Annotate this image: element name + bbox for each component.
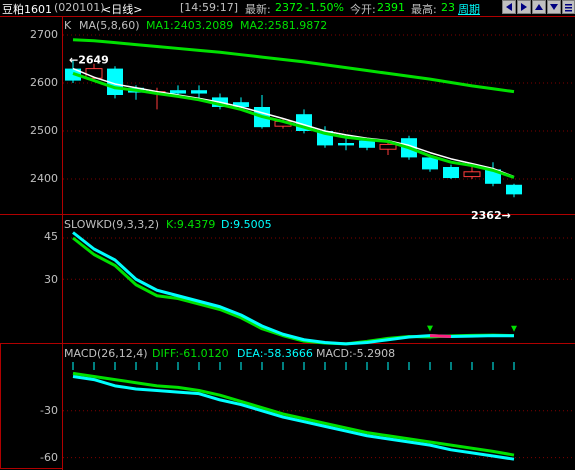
kd-cross-segment <box>429 334 452 338</box>
contract-code: (020101) <box>54 1 105 14</box>
candle-body <box>485 169 501 184</box>
candle-body <box>254 107 270 128</box>
candle-body <box>191 90 207 94</box>
period-button[interactable]: 周期 <box>458 1 480 17</box>
open-label: 今开: <box>350 3 376 16</box>
macd-dea-line <box>72 371 515 457</box>
macd-tick-minus60: -60 <box>40 451 58 464</box>
ma1-value: MA1:2403.2089 <box>146 19 234 32</box>
kd-k-value: K:9.4379 <box>166 218 216 231</box>
candle-body <box>107 68 123 95</box>
quote-header-bar: 豆粕1601 (020101) <日线> [14:59:17] 最新: 2372… <box>0 0 575 16</box>
macd-dea-value: DEA:-58.3666 <box>237 347 313 360</box>
candle-body <box>401 138 417 158</box>
menu-icon <box>565 4 572 12</box>
latest-value: 2372 <box>275 1 303 14</box>
kd-tick-45: 45 <box>44 230 58 243</box>
kd-tick-30: 30 <box>44 273 58 286</box>
arrow-up-icon <box>535 4 543 10</box>
price-tick-2500: 2500 <box>30 124 58 137</box>
contract-name: 豆粕1601 <box>2 3 52 16</box>
candle-body <box>65 68 81 81</box>
menu-button[interactable] <box>562 0 575 14</box>
candle-body <box>506 184 522 195</box>
macd-tick-minus30: -30 <box>40 404 58 417</box>
macd-params: MACD(26,12,4) <box>64 347 148 360</box>
macd-diff-line <box>72 374 515 461</box>
zoom-out-button[interactable] <box>547 0 561 14</box>
candle-body <box>379 143 397 150</box>
scroll-right-button[interactable] <box>517 0 531 14</box>
ma-long-line <box>72 38 515 94</box>
macd-divider <box>0 343 575 344</box>
candle-body <box>274 120 292 127</box>
kd-params: SLOWKD(9,3,3,2) <box>64 218 160 231</box>
candle-body <box>443 167 459 179</box>
arrow-down-icon <box>550 4 558 10</box>
change-percent: -1.50% <box>305 1 344 14</box>
candle-body <box>296 114 312 131</box>
candle-body <box>317 131 333 146</box>
candle-body <box>148 91 166 94</box>
k-label: K <box>64 19 72 32</box>
zoom-in-button[interactable] <box>532 0 546 14</box>
kd-d-value: D:9.5005 <box>221 218 272 231</box>
arrow-left-icon <box>506 3 512 11</box>
quote-time: [14:59:17] <box>180 1 238 14</box>
kd-d-line <box>72 236 515 346</box>
candle-body <box>128 87 144 93</box>
top-divider <box>0 16 575 17</box>
candle-body <box>359 140 375 148</box>
price-tick-2700: 2700 <box>30 28 58 41</box>
period-label: <日线> <box>102 3 143 16</box>
ma2-value: MA2:2581.9872 <box>240 19 328 32</box>
candle-body <box>170 90 186 94</box>
candle-body <box>463 171 481 178</box>
candle-body <box>85 68 103 79</box>
kd-signal-arrow <box>427 325 433 332</box>
candle-body <box>233 102 249 107</box>
price-tick-2400: 2400 <box>30 172 58 185</box>
kd-divider <box>0 214 575 215</box>
arrow-right-icon <box>521 3 527 11</box>
high-value: 23 <box>441 1 455 14</box>
ma-params: MA(5,8,60) <box>79 19 140 32</box>
price-tick-2600: 2600 <box>30 76 58 89</box>
chart-canvas: ←2649 2362→ <box>63 34 575 461</box>
high-marker: ←2649 <box>69 53 109 66</box>
candle-body <box>338 143 354 146</box>
scroll-left-button[interactable] <box>502 0 516 14</box>
ma-mid-line <box>72 67 515 178</box>
kd-signal-arrow <box>511 325 517 332</box>
candle-body <box>212 97 228 107</box>
ma-short-line <box>72 71 515 179</box>
candle-body <box>422 157 438 170</box>
macd-hist-value: MACD:-5.2908 <box>316 347 396 360</box>
kd-k-line <box>72 231 515 346</box>
latest-label: 最新: <box>245 3 271 16</box>
open-value: 2391 <box>377 1 405 14</box>
macd-diff-value: DIFF:-61.0120 <box>152 347 229 360</box>
high-label: 最高: <box>411 3 437 16</box>
low-marker: 2362→ <box>471 209 511 222</box>
